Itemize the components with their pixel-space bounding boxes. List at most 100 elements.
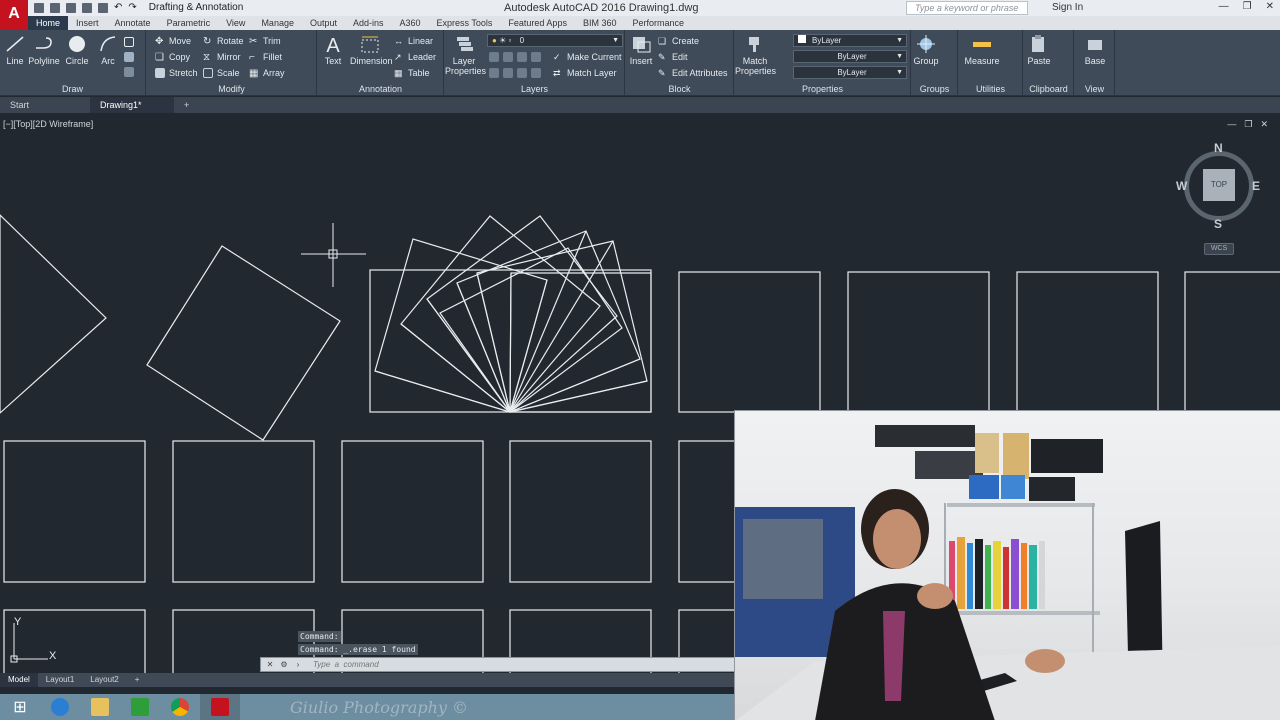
tab-add-ins[interactable]: Add-ins (345, 16, 392, 30)
layer-properties-button[interactable]: Layer Properties (445, 34, 486, 76)
match-layer-button[interactable]: ⇄ Match Layer (553, 68, 617, 78)
tab-layout2[interactable]: Layout2 (82, 673, 126, 687)
tab-parametric[interactable]: Parametric (159, 16, 219, 30)
search-input[interactable]: Type a keyword or phrase (906, 1, 1028, 15)
viewcube-top-face[interactable]: TOP (1203, 169, 1235, 201)
store-button[interactable] (120, 694, 160, 720)
tab-home[interactable]: Home (28, 16, 69, 30)
block-panel-title[interactable]: Block (626, 84, 733, 94)
close-icon[interactable]: ✕ (1266, 1, 1274, 12)
maximize-icon[interactable]: ❐ (1243, 1, 1252, 12)
rotate-button[interactable]: ↻ Rotate (203, 36, 244, 47)
explorer-button[interactable] (80, 694, 120, 720)
tab-model[interactable]: Model (0, 673, 38, 687)
app-menu-button[interactable]: A (0, 0, 28, 30)
chrome-button[interactable] (160, 694, 200, 720)
compass-west[interactable]: W (1176, 179, 1187, 193)
annotation-panel-title[interactable]: Annotation (318, 84, 443, 94)
dimension-button[interactable]: Dimension (350, 34, 393, 66)
stretch-button[interactable]: Stretch (155, 68, 198, 78)
command-input[interactable] (313, 660, 693, 669)
tab-drawing1[interactable]: Drawing1* (90, 97, 174, 113)
layer-tools-row1[interactable] (489, 52, 541, 62)
new-tab-button[interactable]: + (174, 97, 199, 113)
add-layout-button[interactable]: + (127, 673, 148, 687)
edit-attributes-button[interactable]: ✎ Edit Attributes (658, 68, 728, 78)
rotated-square-1[interactable] (0, 214, 107, 414)
print-icon[interactable] (98, 2, 108, 13)
square-r2-c1[interactable] (3, 440, 146, 583)
match-properties-button[interactable]: Match Properties (735, 34, 776, 76)
tab-layout1[interactable]: Layout1 (38, 673, 82, 687)
base-button[interactable]: Base (1077, 34, 1113, 66)
mirror-button[interactable]: ⧖ Mirror (203, 52, 241, 63)
trim-button[interactable]: ✂ Trim (249, 36, 281, 47)
groups-panel-title[interactable]: Groups (912, 84, 957, 94)
layers-panel-title[interactable]: Layers (445, 84, 624, 94)
ie-button[interactable] (40, 694, 80, 720)
tab-output[interactable]: Output (302, 16, 345, 30)
array-button[interactable]: ▦ Array (249, 68, 285, 79)
table-button[interactable]: ▦ Table (394, 68, 430, 78)
lineweight-dropdown[interactable]: ByLayer ▼ (793, 66, 907, 79)
leader-button[interactable]: ↗ Leader (394, 52, 436, 62)
copy-button[interactable]: ❏ Copy (155, 52, 190, 63)
workspace-selector[interactable]: Drafting & Annotation (149, 2, 244, 13)
modify-panel-title[interactable]: Modify (147, 84, 316, 94)
hatch-tool[interactable] (124, 52, 134, 62)
close-icon[interactable]: ✕ (265, 660, 275, 669)
insert-button[interactable]: Insert (626, 34, 656, 66)
tab-view[interactable]: View (218, 16, 253, 30)
scale-button[interactable]: Scale (203, 68, 240, 78)
color-dropdown[interactable]: ByLayer ▼ (793, 34, 907, 47)
linear-dim-button[interactable]: ↔ Linear (394, 36, 433, 46)
compass-north[interactable]: N (1214, 141, 1223, 155)
layer-dropdown[interactable]: ● ☀ ▫ 0 ▼ (487, 34, 623, 47)
tab-manage[interactable]: Manage (253, 16, 302, 30)
compass-east[interactable]: E (1252, 179, 1260, 193)
autocad-button[interactable] (200, 694, 240, 720)
open-icon[interactable] (50, 2, 60, 13)
compass-south[interactable]: S (1214, 217, 1222, 231)
rotated-square-2[interactable] (146, 245, 341, 441)
properties-panel-title[interactable]: Properties (735, 84, 910, 94)
wcs-menu[interactable]: WCS (1204, 243, 1234, 255)
gradient-tool[interactable] (124, 67, 134, 77)
linetype-dropdown[interactable]: ByLayer ▼ (793, 50, 907, 63)
tab-performance[interactable]: Performance (624, 16, 692, 30)
save-as-icon[interactable] (82, 2, 92, 13)
group-button[interactable]: Group (912, 34, 940, 66)
layer-tools-row2[interactable] (489, 68, 541, 78)
measure-button[interactable]: Measure (961, 34, 1003, 66)
fillet-button[interactable]: ⌐ Fillet (249, 52, 282, 63)
square-r1-c2[interactable] (847, 271, 990, 413)
text-button[interactable]: A Text (315, 34, 351, 66)
square-r1-c1[interactable] (678, 271, 821, 413)
utilities-panel-title[interactable]: Utilities (959, 84, 1022, 94)
undo-icon[interactable]: ↶ (114, 2, 122, 13)
clipboard-panel-title[interactable]: Clipboard (1024, 84, 1073, 94)
redo-icon[interactable]: ↷ (128, 2, 136, 13)
tab-a360[interactable]: A360 (392, 16, 429, 30)
tab-express-tools[interactable]: Express Tools (429, 16, 501, 30)
polyline-button[interactable]: Polyline (26, 34, 62, 66)
rectangle-tool[interactable] (124, 37, 134, 47)
save-icon[interactable] (66, 2, 76, 13)
new-icon[interactable] (34, 2, 44, 13)
paste-button[interactable]: Paste (1024, 34, 1054, 66)
create-block-button[interactable]: ❏ Create (658, 36, 699, 46)
square-r3-c1[interactable] (3, 609, 146, 673)
square-r2-c2[interactable] (172, 440, 315, 583)
start-button[interactable]: ⊞ (0, 694, 40, 720)
draw-panel-title[interactable]: Draw (0, 84, 145, 94)
tab-featured-apps[interactable]: Featured Apps (500, 16, 575, 30)
tab-annotate[interactable]: Annotate (107, 16, 159, 30)
tab-insert[interactable]: Insert (68, 16, 107, 30)
make-current-button[interactable]: ✓ Make Current (553, 52, 622, 62)
arc-button[interactable]: Arc (90, 34, 126, 66)
square-r1-c3[interactable] (1016, 271, 1159, 413)
square-r2-c4[interactable] (509, 440, 652, 583)
tab-bim-360[interactable]: BIM 360 (575, 16, 625, 30)
sign-in-button[interactable]: Sign In (1052, 2, 1083, 13)
viewcube[interactable]: N S E W TOP WCS (1176, 141, 1260, 257)
